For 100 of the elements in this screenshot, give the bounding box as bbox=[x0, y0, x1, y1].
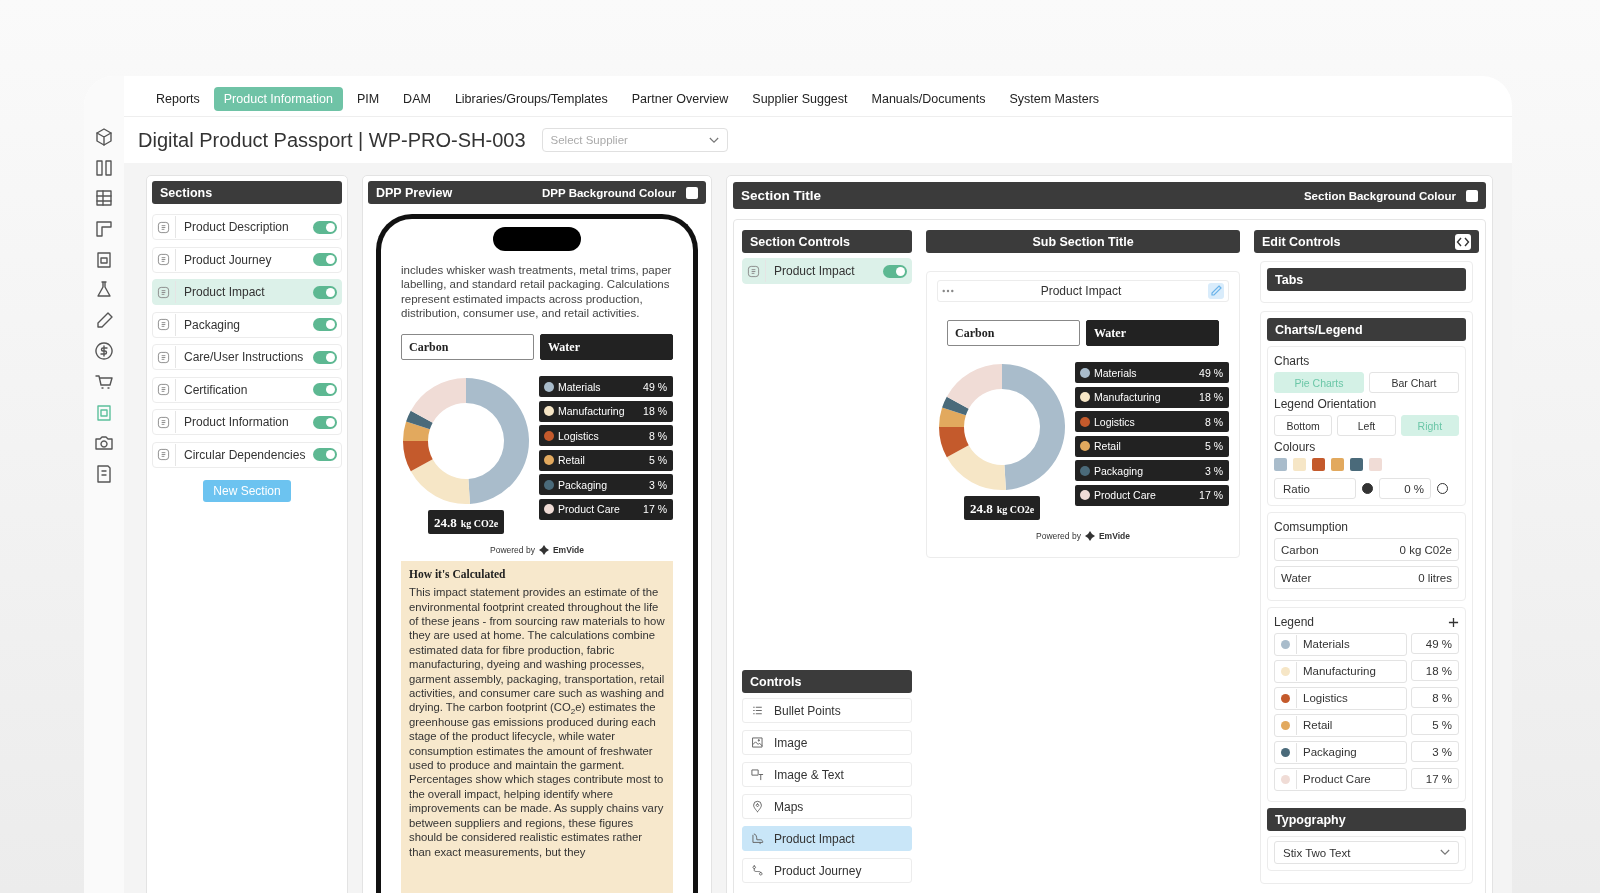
filled-circle-icon[interactable] bbox=[1362, 483, 1373, 494]
donut-slice bbox=[939, 427, 969, 458]
legend-name-field[interactable]: Materials bbox=[1274, 633, 1407, 656]
section-item[interactable]: Product Impact bbox=[742, 258, 912, 284]
toggle-switch[interactable] bbox=[313, 318, 337, 331]
section-item[interactable]: Certification bbox=[152, 376, 342, 403]
code-icon[interactable] bbox=[1455, 233, 1471, 250]
colour-swatch[interactable] bbox=[1274, 458, 1287, 471]
colour-swatch[interactable] bbox=[1466, 189, 1478, 202]
colour-swatch[interactable] bbox=[1312, 458, 1325, 471]
toggle-switch[interactable] bbox=[313, 253, 337, 266]
legend-label: Packaging bbox=[1296, 743, 1357, 762]
nav-tab[interactable]: Reports bbox=[146, 87, 210, 111]
intro-text: includes whisker wash treatments, metal trims, paper labelling, and standard retail packaging. Calculations represent estimated impacts across production, distribution, consumer use, and retail activities. bbox=[401, 263, 673, 321]
legend-value-field[interactable]: 8 % bbox=[1411, 687, 1459, 708]
control-item[interactable]: Bullet Points bbox=[742, 698, 912, 723]
control-item[interactable]: Maps bbox=[742, 794, 912, 819]
metric-tab[interactable]: Water bbox=[540, 334, 673, 361]
powered-by-text: Powered by bbox=[1036, 531, 1081, 541]
legend-value: 8 % bbox=[1204, 415, 1223, 428]
metric-tab[interactable]: Water bbox=[1086, 320, 1219, 346]
consumption-field[interactable]: Water 0 litres bbox=[1274, 566, 1459, 589]
ratio-value-field[interactable]: 0 % bbox=[1379, 478, 1431, 499]
name-field[interactable]: Product Impact bbox=[937, 280, 1229, 302]
font-select[interactable]: Stix Two Text bbox=[1274, 841, 1459, 864]
control-item[interactable]: Product Impact bbox=[742, 826, 912, 851]
group-header[interactable]: Tabs bbox=[1267, 268, 1466, 291]
nav-tab[interactable]: DAM bbox=[393, 87, 441, 111]
legend-label: Retail bbox=[1094, 440, 1122, 452]
group-header[interactable]: Typography bbox=[1267, 808, 1466, 831]
legend-name-field[interactable]: Manufacturing bbox=[1274, 660, 1407, 683]
legend-name-field[interactable]: Logistics bbox=[1274, 687, 1407, 710]
legend-value-field[interactable]: 17 % bbox=[1411, 768, 1459, 789]
toggle-switch[interactable] bbox=[313, 415, 337, 429]
pencil-icon[interactable] bbox=[1208, 283, 1224, 299]
legend-value-field[interactable]: 49 % bbox=[1411, 633, 1459, 654]
section-item[interactable]: Product Information bbox=[152, 409, 342, 435]
plus-icon[interactable] bbox=[1448, 616, 1459, 628]
colour-swatch[interactable] bbox=[1293, 458, 1306, 471]
toggle-switch[interactable] bbox=[313, 350, 337, 364]
nav-tab[interactable]: PIM bbox=[346, 87, 390, 111]
legend-value-field[interactable]: 3 % bbox=[1411, 741, 1459, 762]
field-label: Water bbox=[1281, 571, 1312, 584]
cube-icon[interactable] bbox=[94, 127, 114, 148]
orientation-button[interactable]: Bottom bbox=[1274, 415, 1333, 436]
legend-value-field[interactable]: 18 % bbox=[1411, 660, 1459, 681]
section-item[interactable]: Product Impact bbox=[152, 279, 342, 305]
total-unit: kg CO2e bbox=[460, 518, 499, 530]
legend-value-field[interactable]: 5 % bbox=[1411, 714, 1459, 735]
colour-swatch[interactable] bbox=[1369, 458, 1382, 471]
control-item[interactable]: Image & Text bbox=[742, 762, 912, 787]
background-colour-label: Section Background Colour bbox=[1303, 189, 1456, 202]
consumption-field[interactable]: Carbon 0 kg C02e bbox=[1274, 538, 1459, 561]
colour-swatch[interactable] bbox=[686, 186, 698, 199]
nav-tab[interactable]: Manuals/Documents bbox=[861, 87, 996, 111]
toggle-switch[interactable] bbox=[313, 285, 337, 299]
control-item[interactable]: Image bbox=[742, 730, 912, 755]
legend-label: Manufacturing bbox=[1094, 391, 1162, 403]
legend-name-field[interactable]: Retail bbox=[1274, 714, 1407, 737]
section-item[interactable]: Product Journey bbox=[152, 246, 342, 273]
table-icon[interactable] bbox=[94, 188, 114, 209]
donut-slice bbox=[942, 396, 969, 416]
toggle-switch[interactable] bbox=[313, 448, 337, 461]
ratio-field[interactable]: Ratio bbox=[1274, 478, 1356, 499]
pen-icon[interactable] bbox=[94, 310, 114, 331]
dollar-icon[interactable] bbox=[94, 341, 114, 362]
legend-name-field[interactable]: Product Care bbox=[1274, 768, 1407, 791]
brand-name: EmVide bbox=[1098, 531, 1130, 541]
colour-swatch[interactable] bbox=[1350, 458, 1363, 471]
colour-swatch[interactable] bbox=[1331, 458, 1344, 471]
nav-tab[interactable]: Partner Overview bbox=[621, 87, 739, 111]
nav-tab[interactable]: System Masters bbox=[999, 87, 1110, 111]
section-icon bbox=[157, 350, 170, 364]
toggle-switch[interactable] bbox=[313, 220, 337, 234]
metric-tab[interactable]: Carbon bbox=[947, 320, 1080, 346]
toggle-switch[interactable] bbox=[313, 383, 337, 396]
column-header: Section Controls bbox=[742, 230, 912, 253]
control-item[interactable]: Product Journey bbox=[742, 858, 912, 883]
image-text-icon bbox=[751, 768, 764, 781]
total-value: 24.8 bbox=[433, 515, 457, 531]
legend-label: Materials bbox=[1296, 635, 1350, 654]
legend-value: 5 % bbox=[1204, 440, 1223, 452]
section-item[interactable]: Product Description bbox=[152, 214, 342, 240]
section-item[interactable]: Care/User Instructions bbox=[152, 344, 342, 370]
section-icon bbox=[157, 383, 170, 396]
columns-icon[interactable] bbox=[94, 157, 114, 178]
group-label: Legend bbox=[1274, 615, 1315, 629]
toggle-switch[interactable] bbox=[883, 264, 907, 278]
group-header[interactable]: Charts/Legend bbox=[1267, 318, 1466, 341]
box-icon[interactable] bbox=[94, 249, 114, 270]
legend-label: Logistics bbox=[1094, 415, 1136, 428]
metric-tab[interactable]: Carbon bbox=[401, 334, 534, 361]
nav-tab[interactable]: Supplier Suggest bbox=[742, 87, 858, 111]
total-value: 24.8 bbox=[969, 501, 993, 516]
section-item[interactable]: Packaging bbox=[152, 311, 342, 338]
legend-name-field[interactable]: Packaging bbox=[1274, 741, 1407, 764]
chart-type-button[interactable]: Bar Chart bbox=[1369, 372, 1459, 393]
orientation-button[interactable]: Left bbox=[1337, 415, 1396, 436]
nav-tab[interactable]: Libraries/Groups/Templates bbox=[444, 87, 618, 111]
section-item[interactable]: Circular Dependencies bbox=[152, 441, 342, 468]
